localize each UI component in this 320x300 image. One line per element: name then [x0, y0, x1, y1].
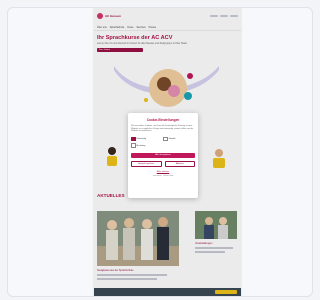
- web-page[interactable]: AC Hessen Über uns Sprachschule Kurse Se…: [94, 8, 241, 296]
- consent-options: Notwendig Statistik Marketing: [131, 136, 195, 148]
- details-link[interactable]: Mehr erfahren: [131, 171, 195, 173]
- checkbox-icon[interactable]: [131, 143, 136, 148]
- option-label: Statistik: [168, 138, 176, 141]
- checkbox-icon[interactable]: [131, 136, 136, 142]
- cookie-consent-dialog: Cookie-Einstellungen Wir verwenden Cooki…: [128, 113, 198, 198]
- dialog-footer-links[interactable]: Impressum · Datenschutz: [131, 175, 195, 177]
- option-necessary[interactable]: Notwendig: [131, 136, 161, 142]
- reject-button[interactable]: Ablehnen: [164, 160, 195, 167]
- dialog-title: Cookie-Einstellungen: [146, 118, 180, 122]
- option-label: Notwendig: [136, 138, 146, 141]
- checkbox-icon[interactable]: [163, 136, 168, 142]
- browser-frame: AC Hessen Über uns Sprachschule Kurse Se…: [7, 7, 313, 297]
- dialog-text: Wir verwenden Cookies, um Ihnen die best…: [131, 125, 194, 133]
- save-selection-button[interactable]: Auswahl speichern: [131, 160, 162, 167]
- option-statistics[interactable]: Statistik: [163, 136, 193, 142]
- option-marketing[interactable]: Marketing: [131, 143, 161, 148]
- secondary-buttons: Auswahl speichern Ablehnen: [131, 160, 195, 167]
- accept-all-button[interactable]: Alle akzeptieren: [131, 152, 195, 158]
- option-label: Marketing: [136, 144, 146, 147]
